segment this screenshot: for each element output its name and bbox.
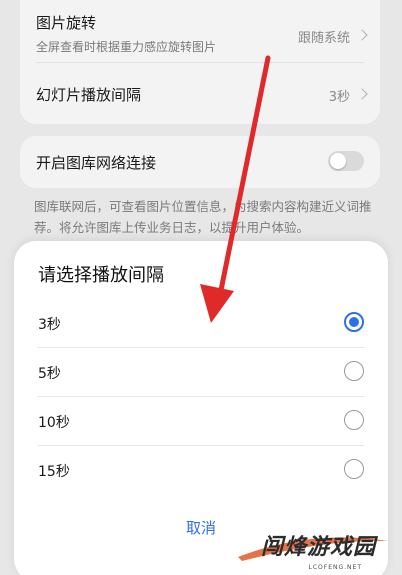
watermark-subtext: LCOFENG.NET: [308, 564, 362, 571]
arrow-shaft: [216, 55, 271, 303]
watermark-text: 闯烽游戏园: [260, 535, 376, 560]
annotation-arrow-icon: [200, 55, 271, 323]
arrow-head: [200, 284, 234, 323]
